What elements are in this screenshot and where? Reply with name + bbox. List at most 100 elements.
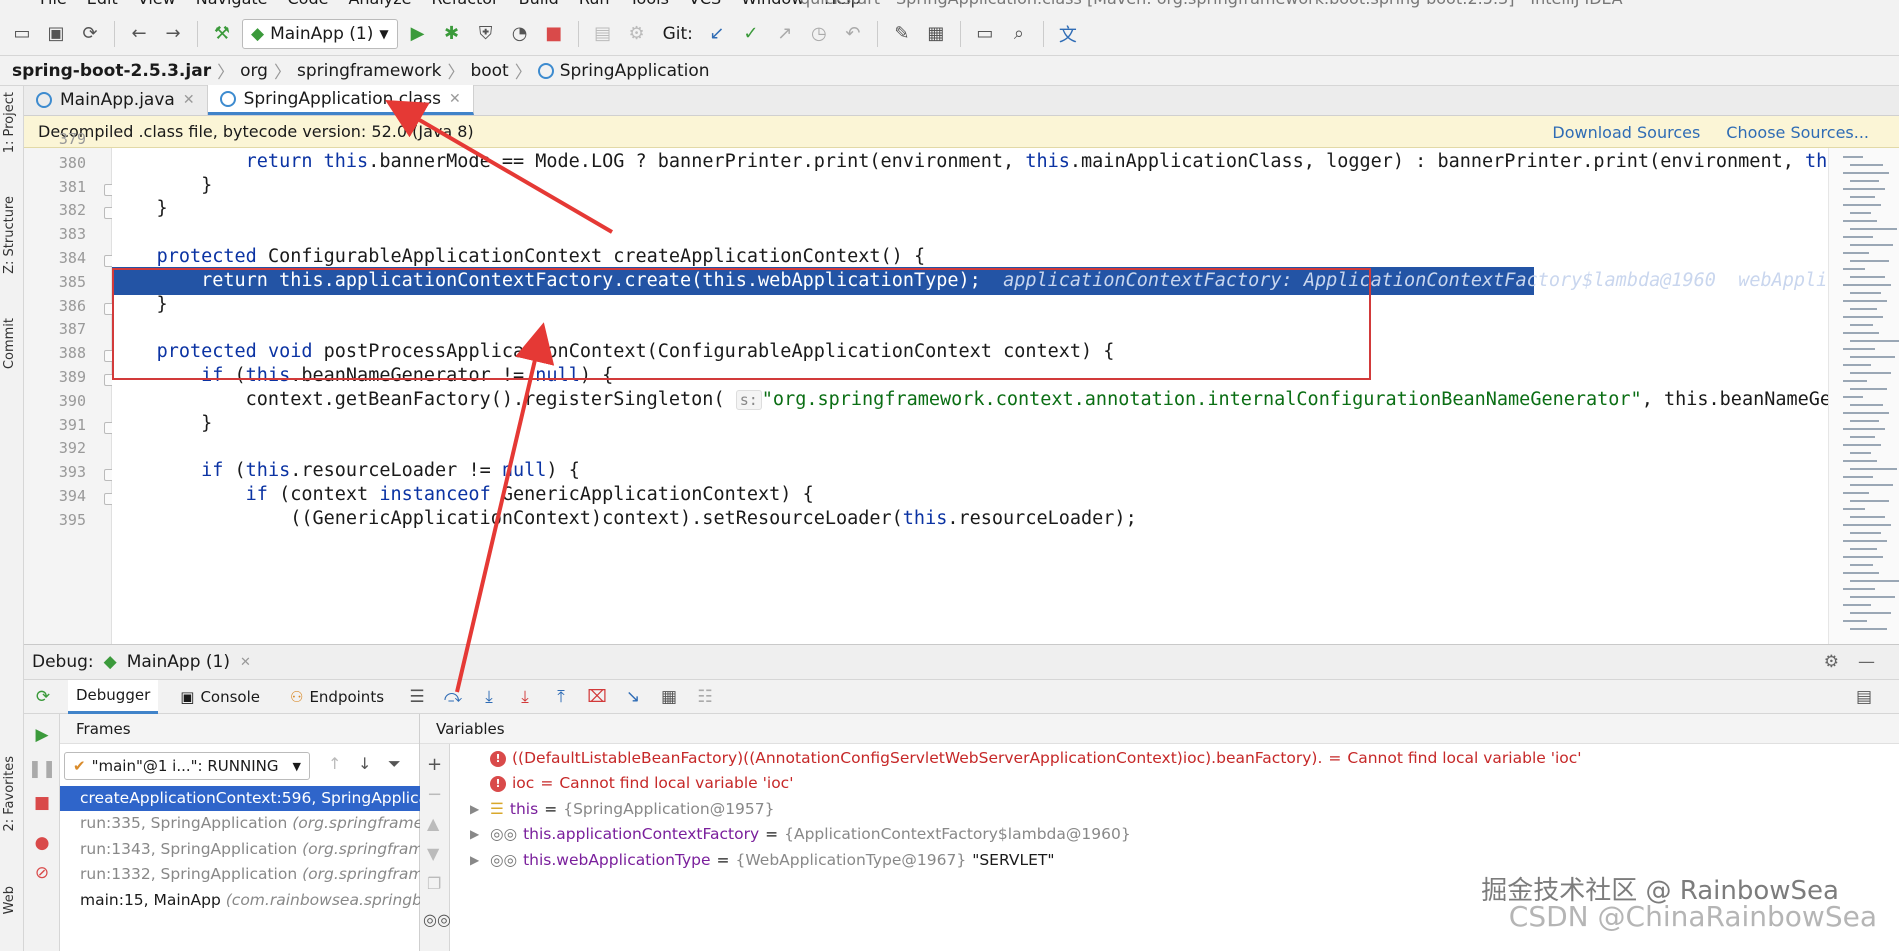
run-to-cursor-icon[interactable]: ↘: [622, 686, 644, 708]
tab-debugger[interactable]: Debugger: [68, 679, 159, 714]
step-out-icon[interactable]: ⤒: [550, 686, 572, 708]
menu-item-view[interactable]: View: [138, 0, 176, 8]
step-into-icon[interactable]: ⤓: [478, 686, 500, 708]
structure-tool-button[interactable]: Z: Structure: [2, 196, 17, 274]
git-push-icon[interactable]: ↗: [771, 20, 799, 48]
run-configuration-select[interactable]: ◆ MainApp (1) ▼: [242, 18, 398, 49]
menu-item-refactor[interactable]: Refactor: [432, 0, 499, 8]
profile-icon[interactable]: ◔: [506, 20, 534, 48]
code-line-390[interactable]: context.getBeanFactory().registerSinglet…: [112, 386, 1828, 414]
code-line-380[interactable]: return this.bannerMode == Mode.LOG ? ban…: [112, 148, 1828, 176]
trace-icon[interactable]: ☷: [694, 686, 716, 708]
restore-layout-icon[interactable]: ▤: [1853, 686, 1875, 708]
variable-row[interactable]: ▶ ◎◎ this.applicationContextFactory = {Appli…: [470, 822, 1131, 847]
menu-item-tools[interactable]: Tools: [630, 0, 669, 8]
back-arrow-icon[interactable]: ←: [125, 20, 153, 48]
step-over-icon[interactable]: ⤼: [442, 686, 464, 708]
git-history-icon[interactable]: ◷: [805, 20, 833, 48]
settings-wrench-icon[interactable]: ✎: [888, 20, 916, 48]
mute-breakpoints-icon[interactable]: ⊘: [31, 862, 53, 884]
frame-item[interactable]: createApplicationContext:596, SpringAppl…: [60, 786, 420, 811]
git-commit-icon[interactable]: ✓: [737, 20, 765, 48]
download-sources-link[interactable]: Download Sources: [1552, 123, 1700, 142]
stop-icon[interactable]: ■: [540, 20, 568, 48]
variable-row[interactable]: ! ioc = Cannot find local variable 'ioc': [470, 771, 793, 796]
choose-sources-link[interactable]: Choose Sources...: [1726, 123, 1869, 142]
variable-row[interactable]: ▶ ◎◎ this.webApplicationType = {WebApplicati…: [470, 848, 1055, 873]
force-step-into-icon[interactable]: ⤓: [514, 686, 536, 708]
editor-error-stripe[interactable]: [1828, 148, 1899, 644]
pause-icon[interactable]: ❚❚: [28, 758, 57, 780]
expand-arrow-icon[interactable]: ▶: [470, 822, 484, 847]
menu-item-code[interactable]: Code: [288, 0, 329, 8]
add-watch-icon[interactable]: +: [427, 754, 442, 775]
close-icon[interactable]: ✕: [449, 91, 461, 107]
breadcrumb-jar[interactable]: spring-boot-2.5.3.jar: [12, 61, 211, 81]
frame-item[interactable]: run:1343, SpringApplication (org.springf…: [60, 837, 420, 862]
sync-icon[interactable]: ⟳: [76, 20, 104, 48]
git-rollback-icon[interactable]: ↶: [839, 20, 867, 48]
web-tool-button[interactable]: Web: [2, 886, 17, 914]
breadcrumb-springframework[interactable]: springframework: [297, 61, 441, 81]
project-tool-button[interactable]: 1: Project: [2, 92, 17, 153]
tab-endpoints[interactable]: ⚇ Endpoints: [282, 680, 392, 714]
menu-item-build[interactable]: Build: [519, 0, 559, 8]
breadcrumb-org[interactable]: org: [240, 61, 268, 81]
open-folder-icon[interactable]: ▭: [8, 20, 36, 48]
breadcrumb-boot[interactable]: boot: [470, 61, 508, 81]
run-icon[interactable]: ▶: [404, 20, 432, 48]
frame-item[interactable]: run:335, SpringApplication (org.springfr…: [60, 811, 420, 836]
menu-item-analyze[interactable]: Analyze: [348, 0, 411, 8]
menu-item-vcs[interactable]: VCS: [689, 0, 721, 8]
variable-row[interactable]: ▶ ☰ this = {SpringApplication@1957}: [470, 797, 775, 822]
favorites-tool-button[interactable]: 2: Favorites: [2, 756, 17, 832]
forward-arrow-icon[interactable]: →: [159, 20, 187, 48]
menu-item-navigate[interactable]: Navigate: [196, 0, 268, 8]
code-line-382[interactable]: }: [112, 195, 168, 223]
search-icon[interactable]: ⌕: [1005, 20, 1033, 48]
minimize-icon[interactable]: —: [1858, 652, 1875, 672]
gear-icon[interactable]: ⚙: [1824, 652, 1839, 672]
drop-frame-icon[interactable]: ⌧: [586, 686, 608, 708]
view-breakpoints-icon[interactable]: ●: [31, 832, 53, 854]
code-editor[interactable]: SpringApplicationBannerPrinter bannerPri…: [112, 148, 1828, 644]
remove-watch-icon[interactable]: −: [427, 784, 442, 805]
coverage-icon[interactable]: ⛨: [472, 20, 500, 48]
frame-item[interactable]: run:1332, SpringApplication (org.springf…: [60, 862, 420, 887]
move-up-icon[interactable]: ▲: [427, 814, 439, 833]
layout-menu-icon[interactable]: ☰: [406, 686, 428, 708]
vcs-icon[interactable]: ⚙: [623, 20, 651, 48]
translate-icon[interactable]: 文: [1054, 20, 1082, 48]
copy-icon[interactable]: ❐: [427, 874, 441, 893]
expand-arrow-icon[interactable]: ▶: [470, 848, 484, 873]
breadcrumb-class[interactable]: SpringApplication: [560, 61, 710, 81]
terminal-icon[interactable]: ▭: [971, 20, 999, 48]
glasses-icon[interactable]: ◎◎: [423, 910, 451, 929]
build-hammer-icon[interactable]: ⚒: [208, 20, 236, 48]
attach-icon[interactable]: ▤: [589, 20, 617, 48]
evaluate-expression-icon[interactable]: ▦: [658, 686, 680, 708]
menu-item-window[interactable]: Window: [741, 0, 804, 8]
stop-icon[interactable]: ■: [31, 792, 53, 814]
commit-tool-button[interactable]: Commit: [2, 318, 17, 369]
debug-bug-icon[interactable]: ✱: [438, 20, 466, 48]
menu-item-file[interactable]: File: [40, 0, 67, 8]
code-line-395[interactable]: ((GenericApplicationContext)context).set…: [112, 505, 1137, 533]
tab-mainapp-java[interactable]: MainApp.java ✕: [24, 85, 208, 115]
close-icon[interactable]: ✕: [183, 92, 195, 108]
save-all-icon[interactable]: ▣: [42, 20, 70, 48]
variable-row[interactable]: ! ((DefaultListableBeanFactory)((Annotati…: [470, 746, 1582, 771]
previous-frame-icon[interactable]: ↑: [328, 754, 341, 773]
menu-item-edit[interactable]: Edit: [87, 0, 118, 8]
git-update-icon[interactable]: ↙: [703, 20, 731, 48]
project-structure-icon[interactable]: ▦: [922, 20, 950, 48]
rerun-icon[interactable]: ⟳: [32, 686, 54, 708]
debug-session-tab[interactable]: MainApp (1): [127, 652, 230, 672]
tab-console[interactable]: ▣ Console: [172, 680, 268, 714]
code-line-391[interactable]: }: [112, 410, 212, 438]
thread-select[interactable]: ✔ "main"@1 i...": RUNNING ▼: [64, 752, 310, 780]
close-icon[interactable]: ✕: [240, 655, 251, 670]
filter-icon[interactable]: ⏷: [388, 754, 401, 774]
tab-springapplication-class[interactable]: SpringApplication.class ✕: [207, 85, 474, 115]
resume-icon[interactable]: ▶: [31, 724, 53, 746]
